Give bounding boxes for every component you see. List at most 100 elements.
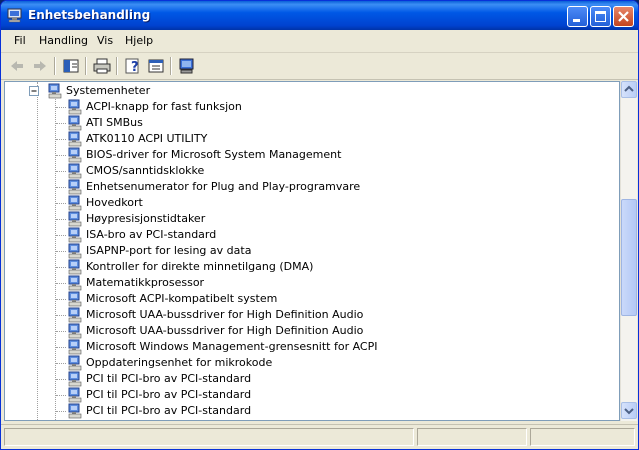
tree-connector [56, 267, 66, 268]
system-device-icon [68, 403, 82, 419]
svg-text:?: ? [131, 60, 139, 75]
properties-icon[interactable] [146, 56, 166, 76]
system-device-icon [68, 387, 82, 403]
system-device-icon [68, 115, 82, 131]
forward-arrow-icon[interactable] [30, 56, 50, 76]
device-tree-panel[interactable]: Systemenheter ACPI-knapp for fast funksj… [4, 81, 620, 421]
tree-connector [56, 155, 66, 156]
menu-view[interactable]: Vis [97, 34, 113, 47]
tree-item-label: ACPI-knapp for fast funksjon [86, 100, 242, 113]
tree-connector [56, 331, 66, 332]
tree-item-label: ATI SMBus [86, 116, 143, 129]
system-device-icon [68, 355, 82, 371]
system-device-icon [68, 323, 82, 339]
tree-category-label: Systemenheter [66, 84, 151, 97]
tree-connector [56, 299, 66, 300]
status-pane-main [4, 428, 414, 446]
tree-item-label: ISA-bro av PCI-standard [86, 228, 217, 241]
collapse-toggle-icon[interactable] [29, 86, 40, 97]
maximize-icon [595, 11, 606, 22]
tree-connector [56, 203, 66, 204]
tree-connector [56, 139, 66, 140]
tree-item-label: CMOS/sanntidsklokke [86, 164, 205, 177]
menu-action[interactable]: Handling [39, 34, 88, 47]
print-icon[interactable] [92, 56, 112, 76]
menu-help[interactable]: Hjelp [125, 34, 153, 47]
system-device-icon [68, 339, 82, 355]
status-pane-2 [417, 428, 527, 446]
tree-connector [56, 123, 66, 124]
back-arrow-icon[interactable] [7, 56, 27, 76]
tree-item-label: PCI til PCI-bro av PCI-standard [86, 404, 252, 417]
system-device-icon [68, 371, 82, 387]
tree-item-label: PCI til PCI-bro av PCI-standard [86, 372, 252, 385]
tree-connector [56, 363, 66, 364]
status-pane-3 [530, 428, 635, 446]
system-device-icon [68, 195, 82, 211]
tree-connector [56, 283, 66, 284]
tree-connector [56, 219, 66, 220]
toolbar-separator [170, 57, 172, 75]
close-button[interactable] [613, 6, 634, 27]
system-device-icon [68, 243, 82, 259]
system-device-icon [68, 291, 82, 307]
tree-item-label: PCI til PCI-bro av PCI-standard [86, 388, 252, 401]
system-device-icon [68, 131, 82, 147]
tree-connector [55, 99, 56, 420]
tree-item-label: Matematikkprosessor [86, 276, 205, 289]
tree-item-label: Kontroller for direkte minnetilgang (DMA… [86, 260, 314, 273]
close-icon [618, 11, 629, 22]
scroll-down-button[interactable] [621, 402, 637, 419]
tree-item-label: Microsoft UAA-bussdriver for High Defini… [86, 308, 364, 321]
tree-connector [56, 235, 66, 236]
system-device-icon [68, 307, 82, 323]
computer-icon [7, 8, 22, 23]
toolbar-separator [85, 57, 87, 75]
scroll-up-button[interactable] [621, 81, 637, 98]
system-device-icon [68, 147, 82, 163]
title-bar[interactable]: Enhetsbehandling [1, 1, 638, 30]
tree-connector [56, 315, 66, 316]
tree-item-label: BIOS-driver for Microsoft System Managem… [86, 148, 342, 161]
device-manager-window: Enhetsbehandling Fil Handling Vis Hjelp [0, 0, 639, 450]
maximize-button[interactable] [590, 6, 611, 27]
chevron-down-icon [624, 408, 634, 415]
tree-connector [56, 171, 66, 172]
minimize-icon [573, 19, 580, 22]
tree-item-label: Hovedkort [86, 196, 143, 209]
system-device-icon [68, 211, 82, 227]
system-device-icon [68, 227, 82, 243]
toolbar: ? [1, 53, 638, 80]
tree-item-label: Microsoft UAA-bussdriver for High Defini… [86, 324, 364, 337]
minimize-button[interactable] [567, 6, 588, 27]
vertical-scrollbar[interactable] [620, 81, 637, 421]
scan-hardware-icon[interactable] [177, 56, 197, 76]
tree-item-label: ATK0110 ACPI UTILITY [86, 132, 208, 145]
tree-connector [56, 379, 66, 380]
system-device-icon [68, 163, 82, 179]
scroll-thumb[interactable] [621, 199, 637, 316]
system-device-icon [68, 259, 82, 275]
menu-file[interactable]: Fil [14, 34, 26, 47]
tree-item-label: Oppdateringsenhet for mikrokode [86, 356, 273, 369]
menu-bar: Fil Handling Vis Hjelp [1, 30, 638, 53]
show-hide-tree-icon[interactable] [61, 56, 81, 76]
tree-item-label: Microsoft ACPI-kompatibelt system [86, 292, 278, 305]
tree-connector [56, 107, 66, 108]
window-title: Enhetsbehandling [28, 8, 151, 22]
tree-connector [37, 82, 38, 420]
system-device-icon [68, 99, 82, 115]
help-icon[interactable]: ? [123, 56, 143, 76]
tree-connector [56, 251, 66, 252]
system-device-icon [48, 83, 62, 99]
tree-connector [56, 395, 66, 396]
tree-item-label: Microsoft Windows Management-grensesnitt… [86, 340, 378, 353]
tree-item-label: Høypresisjonstidtaker [86, 212, 206, 225]
system-device-icon [68, 275, 82, 291]
toolbar-separator [116, 57, 118, 75]
tree-item-label: Enhetsenumerator for Plug and Play-progr… [86, 180, 361, 193]
tree-connector [56, 347, 66, 348]
system-device-icon [68, 179, 82, 195]
status-bar [1, 424, 638, 449]
tree-connector [56, 411, 66, 412]
